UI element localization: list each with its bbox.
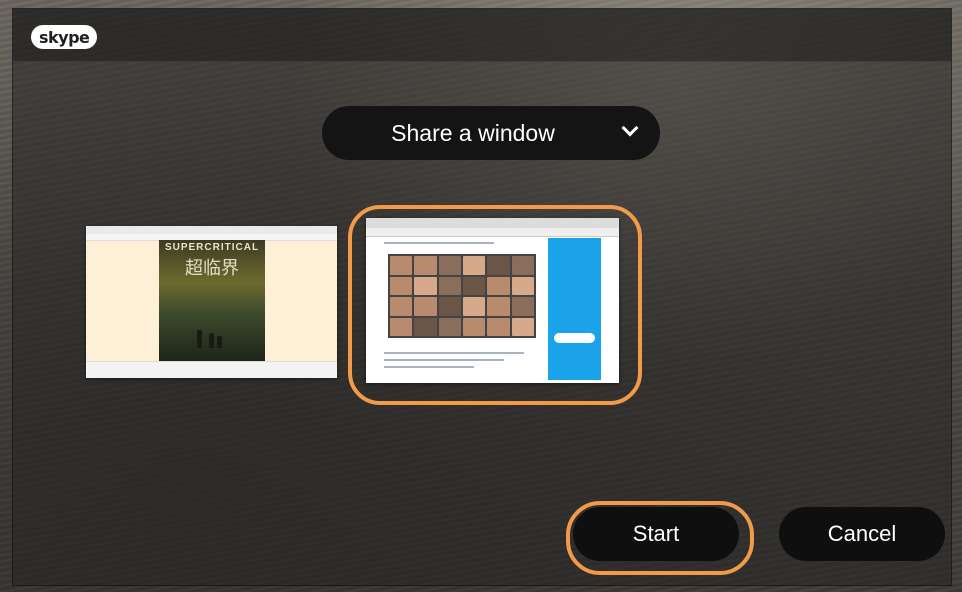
text-line [384, 359, 504, 361]
book-cover-image: SUPERCRITICAL 超临界 [159, 240, 265, 362]
book-cover-subtitle: 超临界 [185, 258, 239, 278]
share-mode-dropdown[interactable]: Share a window [322, 106, 660, 160]
book-cover-title: SUPERCRITICAL [164, 242, 260, 253]
sidebar-button [554, 333, 595, 343]
figure-silhouette [209, 333, 214, 348]
screen-share-dialog: skype Share a window SUPERCRITICAL 超临界 S… [12, 8, 952, 586]
text-line [384, 366, 474, 368]
text-line [384, 242, 494, 244]
skype-sidebar-panel [548, 238, 601, 380]
browser-tabs [366, 218, 619, 228]
title-bar: skype [13, 9, 951, 62]
video-call-grid-image [388, 254, 536, 338]
window-titlebar [86, 226, 337, 234]
skype-logo: skype [31, 25, 98, 49]
cancel-button[interactable]: Cancel [779, 507, 945, 561]
chevron-down-icon [621, 119, 639, 137]
skype-logo-text: skype [39, 27, 90, 47]
window-statusbar [86, 361, 337, 378]
window-thumbnail-browser[interactable] [366, 218, 619, 383]
start-button[interactable]: Start [573, 507, 739, 561]
browser-address-bar [366, 228, 619, 237]
text-line [384, 352, 524, 354]
window-thumbnail-book[interactable]: SUPERCRITICAL 超临界 [86, 226, 337, 378]
figure-silhouette [197, 330, 202, 348]
figure-silhouette [217, 336, 222, 348]
share-mode-label: Share a window [391, 119, 555, 146]
